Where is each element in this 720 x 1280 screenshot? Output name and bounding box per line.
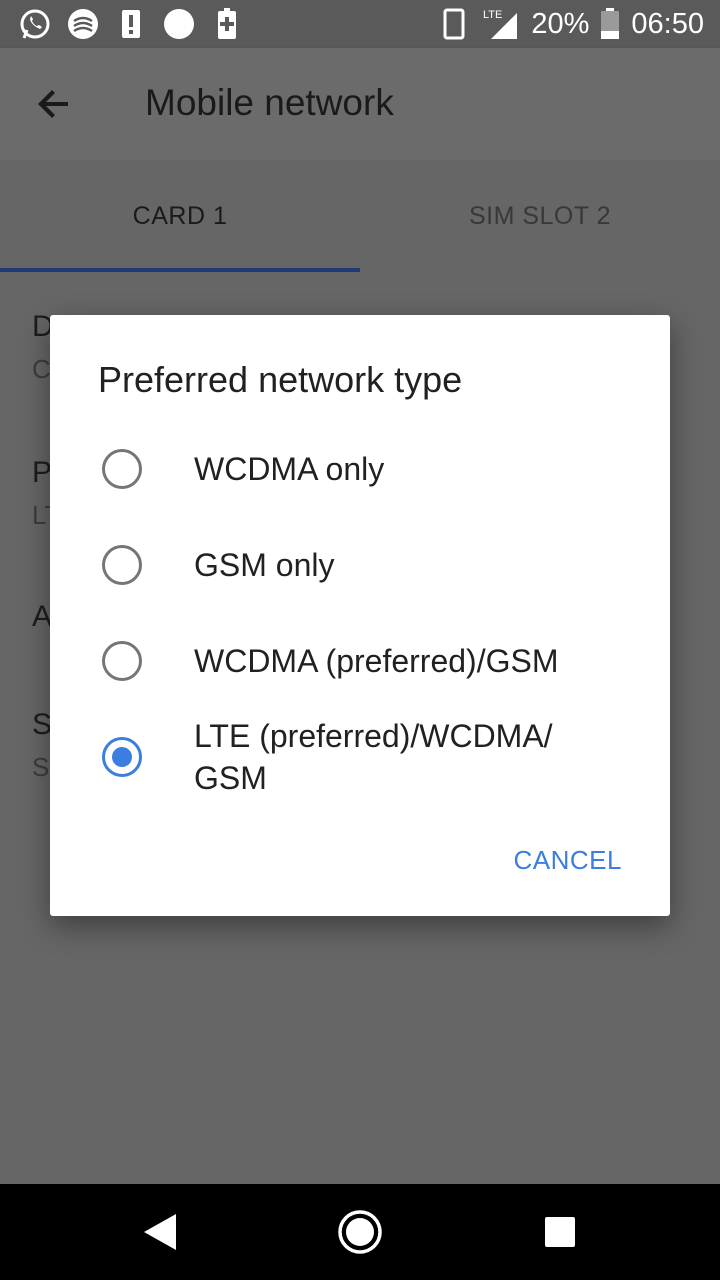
tab-sim-slot-2[interactable]: SIM SLOT 2 — [360, 160, 720, 272]
settings-item-subtitle: C — [32, 354, 51, 384]
cancel-button[interactable]: CANCEL — [514, 845, 622, 876]
back-button[interactable] — [24, 74, 84, 134]
tab-card-1[interactable]: CARD 1 — [0, 160, 360, 272]
clock: 06:50 — [631, 7, 704, 40]
system-icons: LTE 20% 06:50 — [437, 6, 704, 42]
settings-item-subtitle: S — [32, 752, 50, 782]
arrow-back-icon — [38, 90, 68, 118]
option-wcdma-only[interactable]: WCDMA only — [50, 445, 670, 493]
settings-item-title[interactable]: S — [32, 708, 52, 742]
nav-recents-button[interactable] — [530, 1202, 590, 1262]
app-bar: Mobile network — [0, 48, 720, 160]
navigation-bar — [0, 1184, 720, 1280]
notification-icons — [18, 6, 244, 42]
radio-button[interactable] — [102, 641, 142, 681]
bank-icon — [66, 7, 100, 41]
radio-button[interactable] — [102, 545, 142, 585]
nav-home-button[interactable] — [330, 1202, 390, 1262]
back-icon — [144, 1214, 176, 1250]
nav-back-button[interactable] — [130, 1202, 190, 1262]
dialog-title: Preferred network type — [98, 359, 463, 400]
option-label: WCDMA (preferred)/GSM — [194, 643, 559, 679]
settings-item-title[interactable]: P — [32, 456, 52, 490]
alert-icon — [114, 7, 148, 41]
page-title: Mobile network — [145, 82, 394, 123]
battery-plus-icon — [210, 7, 244, 41]
whatsapp-icon — [18, 7, 52, 41]
battery-icon — [599, 7, 621, 41]
option-gsm-only[interactable]: GSM only — [50, 541, 670, 589]
phone-icon — [437, 7, 471, 41]
status-bar: LTE 20% 06:50 — [0, 0, 720, 48]
recents-icon — [545, 1217, 575, 1247]
radio-button-selected[interactable] — [102, 737, 142, 777]
sim-tabs: CARD 1 SIM SLOT 2 — [0, 160, 720, 272]
tab-indicator — [0, 268, 360, 272]
network-type-label: LTE — [483, 9, 502, 21]
option-label: WCDMA only — [194, 451, 385, 487]
settings-item-title[interactable]: A — [32, 600, 52, 634]
option-wcdma-preferred-gsm[interactable]: WCDMA (preferred)/GSM — [50, 637, 670, 685]
option-lte-preferred-wcdma-gsm[interactable]: LTE (preferred)/WCDMA/ GSM — [50, 713, 670, 805]
signal-lte-icon: LTE — [481, 7, 521, 41]
circle-icon — [162, 7, 196, 41]
radio-button[interactable] — [102, 449, 142, 489]
home-icon — [338, 1210, 382, 1254]
preferred-network-dialog: Preferred network type WCDMA only GSM on… — [50, 315, 670, 916]
option-label: GSM only — [194, 547, 335, 583]
battery-percent: 20% — [531, 7, 590, 40]
option-label: LTE (preferred)/WCDMA/ GSM — [194, 718, 553, 796]
